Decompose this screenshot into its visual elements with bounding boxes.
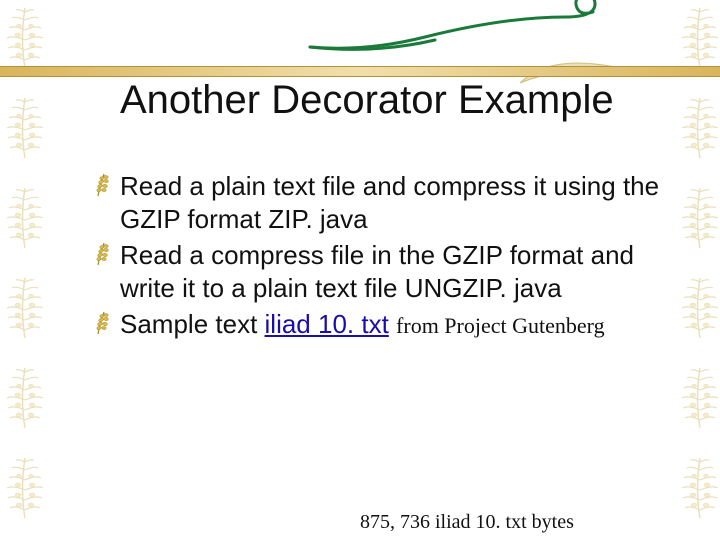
slide: Another Decorator Example Read a plain t… — [0, 0, 720, 540]
bullet-text: Read a plain text file and compress it u… — [120, 170, 670, 235]
bullet-item: Read a compress file in the GZIP format … — [90, 239, 670, 304]
slide-body: Read a plain text file and compress it u… — [90, 170, 670, 345]
bullet-item: Sample text iliad 10. txt from Project G… — [90, 308, 670, 341]
sample-text-link[interactable]: iliad 10. txt — [265, 309, 389, 339]
size-line: 875, 736 iliad 10. txt bytes — [360, 510, 615, 535]
sprig-column-left — [0, 0, 50, 540]
file-sizes-block: 875, 736 iliad 10. txt bytes 305, 152 il… — [360, 460, 615, 540]
bullet-icon — [90, 239, 120, 267]
gutenberg-note: from Project Gutenberg — [396, 313, 605, 338]
bullet-icon — [90, 308, 120, 336]
ribbon-divider — [0, 66, 720, 77]
bullet-item: Read a plain text file and compress it u… — [90, 170, 670, 235]
sprig-column-right — [665, 0, 720, 540]
bullet-icon — [90, 170, 120, 198]
bullet-text: Sample text iliad 10. txt from Project G… — [120, 308, 670, 341]
slide-title: Another Decorator Example — [120, 78, 614, 123]
bullet-text: Read a compress file in the GZIP format … — [120, 239, 670, 304]
